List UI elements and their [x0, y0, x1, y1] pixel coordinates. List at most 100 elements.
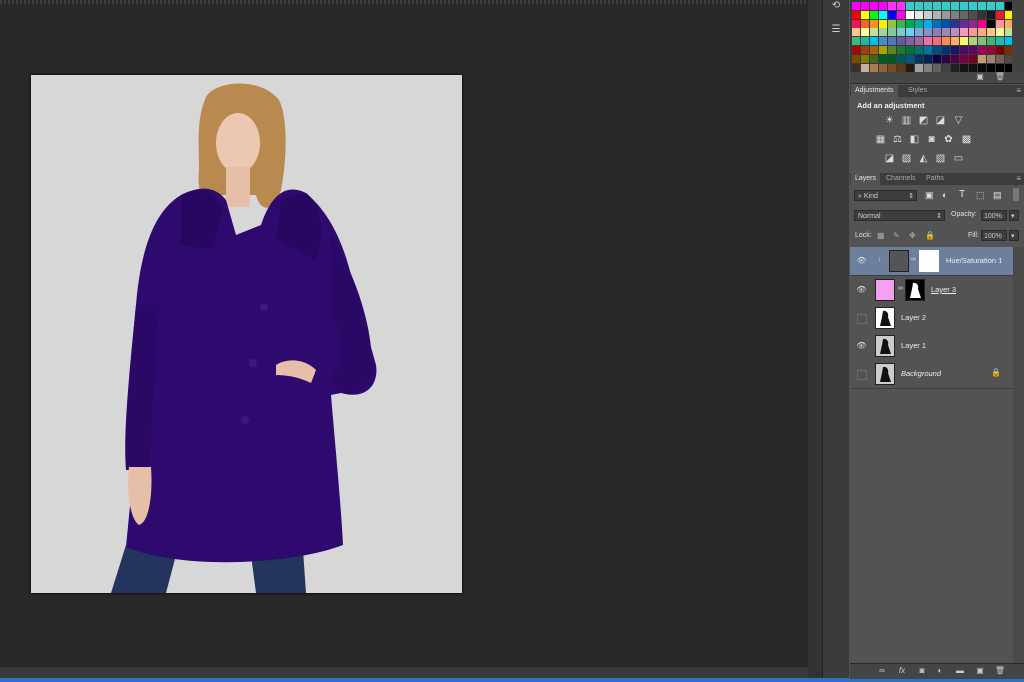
color-swatch[interactable] [888, 37, 896, 46]
color-swatch[interactable] [996, 28, 1004, 37]
color-swatch[interactable] [969, 63, 977, 72]
layer-filter-kind[interactable]: ⌕ Kind ⇕ [854, 190, 917, 201]
color-swatch[interactable] [978, 37, 986, 46]
color-swatch[interactable] [906, 46, 914, 54]
fx-icon[interactable]: fx [896, 666, 908, 676]
photo-filter-icon[interactable]: ✿ [943, 134, 954, 145]
color-swatch[interactable] [942, 37, 950, 46]
color-swatch[interactable] [969, 2, 977, 10]
color-swatch[interactable] [879, 46, 887, 54]
color-swatch[interactable] [960, 37, 968, 46]
filter-smart-object-icon[interactable]: ▤ [993, 190, 1002, 201]
color-swatch[interactable] [951, 63, 959, 72]
color-swatch[interactable] [960, 54, 968, 63]
color-swatch[interactable] [969, 54, 977, 63]
color-swatch[interactable] [987, 2, 995, 10]
visibility-toggle-off[interactable] [857, 314, 867, 324]
hue-sat-icon[interactable]: ⚖ [892, 134, 903, 145]
color-swatch[interactable] [996, 19, 1004, 28]
color-swatch[interactable] [897, 10, 905, 19]
layers-scrollbar[interactable] [1013, 247, 1024, 663]
color-swatch[interactable] [924, 10, 932, 19]
color-swatch[interactable] [969, 37, 977, 46]
bw-icon[interactable]: ◙ [926, 134, 937, 145]
color-swatch[interactable] [915, 54, 923, 63]
curves-icon[interactable]: ◩ [918, 115, 929, 126]
filter-shape-icon[interactable]: ⬚ [976, 190, 985, 201]
selective-color-icon[interactable]: ▧ [935, 153, 946, 164]
color-swatch[interactable] [852, 46, 860, 54]
color-swatch[interactable] [870, 19, 878, 28]
color-swatch[interactable] [933, 37, 941, 46]
color-swatch[interactable] [933, 63, 941, 72]
exposure-icon[interactable]: ◪ [935, 115, 946, 126]
filter-adjustment-icon[interactable]: ◐ [942, 190, 947, 200]
lock-all-icon[interactable]: 🔒 [925, 231, 935, 240]
vibrance-icon[interactable]: ▦ [875, 134, 886, 145]
filter-pixel-icon[interactable]: ▣ [925, 190, 934, 201]
history-icon[interactable]: ⟲ [829, 0, 843, 12]
color-swatch[interactable] [915, 10, 923, 19]
color-swatch[interactable] [978, 2, 986, 10]
swatches-panel[interactable] [850, 0, 1013, 72]
color-swatch[interactable] [933, 19, 941, 28]
layer-row-background[interactable]: Background 🔒 [850, 360, 1013, 389]
new-swatch-icon[interactable]: ▣ [974, 72, 986, 82]
color-swatch[interactable] [951, 10, 959, 19]
color-swatch[interactable] [933, 46, 941, 54]
color-swatch[interactable] [987, 37, 995, 46]
color-swatch[interactable] [915, 28, 923, 37]
visibility-eye-icon[interactable]: 👁 [856, 341, 867, 351]
color-swatch[interactable] [861, 54, 869, 63]
tab-paths[interactable]: Paths [922, 173, 948, 185]
color-swatch[interactable] [897, 28, 905, 37]
color-swatch[interactable] [906, 54, 914, 63]
color-swatch[interactable] [969, 10, 977, 19]
color-swatch[interactable] [942, 54, 950, 63]
layer-row-layer-2[interactable]: Layer 2 [850, 304, 1013, 333]
tab-styles[interactable]: Styles [904, 85, 931, 97]
color-swatch[interactable] [978, 10, 986, 19]
color-swatch[interactable] [987, 19, 995, 28]
color-swatch[interactable] [996, 2, 1004, 10]
opacity-dropdown[interactable]: ▾ [1009, 210, 1019, 221]
properties-icon[interactable]: ☰ [829, 24, 843, 36]
color-swatch[interactable] [942, 10, 950, 19]
color-swatch[interactable] [879, 37, 887, 46]
color-swatch[interactable] [987, 63, 995, 72]
color-swatch[interactable] [888, 54, 896, 63]
new-layer-icon[interactable]: ▣ [974, 666, 986, 676]
color-swatch[interactable] [852, 10, 860, 19]
brightness-icon[interactable]: ☀ [884, 115, 895, 126]
lock-transparent-icon[interactable]: ▦ [877, 231, 885, 240]
color-swatch[interactable] [906, 2, 914, 10]
color-swatch[interactable] [879, 54, 887, 63]
color-swatch[interactable] [978, 54, 986, 63]
gradient-triangle-icon[interactable]: ▽ [953, 115, 964, 126]
color-balance-icon[interactable]: ◧ [909, 134, 920, 145]
color-swatch[interactable] [897, 37, 905, 46]
filter-toggle-switch[interactable] [1013, 188, 1019, 201]
color-swatch[interactable] [852, 63, 860, 72]
threshold-icon[interactable]: ◭ [918, 153, 929, 164]
levels-icon[interactable]: ▥ [901, 115, 912, 126]
color-swatch[interactable] [924, 2, 932, 10]
color-swatch[interactable] [924, 54, 932, 63]
color-swatch[interactable] [870, 63, 878, 72]
panel-menu-icon[interactable]: ≡ [1016, 86, 1021, 96]
color-swatch[interactable] [942, 63, 950, 72]
posterize-icon[interactable]: ▨ [901, 153, 912, 164]
swatches-scrollbar[interactable] [1012, 0, 1024, 72]
link-layers-icon[interactable]: ∞ [876, 666, 888, 676]
color-swatch[interactable] [888, 10, 896, 19]
color-swatch[interactable] [852, 2, 860, 10]
visibility-eye-icon[interactable]: 👁 [856, 285, 867, 295]
color-swatch[interactable] [960, 63, 968, 72]
color-swatch[interactable] [870, 28, 878, 37]
color-swatch[interactable] [906, 37, 914, 46]
layer-name[interactable]: Hue/Saturation 1 [946, 256, 1002, 265]
color-swatch[interactable] [915, 46, 923, 54]
color-swatch[interactable] [897, 54, 905, 63]
color-swatch[interactable] [978, 19, 986, 28]
layers-panel-menu-icon[interactable]: ≡ [1016, 174, 1021, 184]
